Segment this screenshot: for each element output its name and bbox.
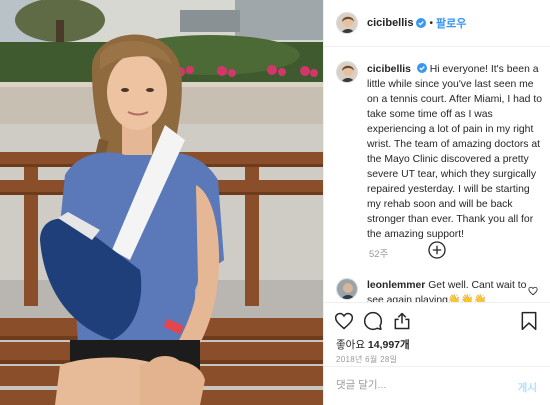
comment-item: leonlemmer Get well. Cant wait to see ag… bbox=[336, 278, 543, 302]
post-photo[interactable] bbox=[0, 0, 323, 405]
commenter-avatar[interactable] bbox=[336, 278, 358, 300]
heart-icon[interactable] bbox=[334, 311, 354, 331]
share-icon[interactable] bbox=[392, 311, 412, 331]
caption-timestamp[interactable]: 52주 bbox=[369, 246, 543, 260]
author-avatar[interactable] bbox=[336, 12, 358, 34]
action-icons bbox=[334, 311, 412, 331]
likes-label: 좋아요 bbox=[336, 339, 365, 351]
follow-button[interactable]: 팔로우 bbox=[436, 15, 466, 31]
comment-input[interactable] bbox=[336, 379, 496, 391]
photo-illustration bbox=[0, 0, 323, 405]
add-comment-bar: 게시 bbox=[324, 366, 550, 405]
plus-circle-icon[interactable] bbox=[428, 241, 446, 259]
caption-text: Hi everyone! It's been a little while si… bbox=[367, 64, 542, 240]
post-date[interactable]: 2018년 6월 28일 bbox=[336, 354, 397, 365]
comment-bubble-icon[interactable] bbox=[363, 311, 383, 331]
post-header: cicibellis • 팔로우 bbox=[324, 0, 550, 47]
likes-number: 14,997개 bbox=[367, 339, 410, 351]
verified-badge-icon bbox=[416, 18, 427, 28]
avatar-image bbox=[337, 62, 357, 82]
post-side-panel: cicibellis • 팔로우 cicibellis Hi everyone!… bbox=[323, 0, 550, 405]
avatar-image bbox=[337, 13, 357, 33]
separator-dot: • bbox=[429, 17, 433, 29]
caption-body: cicibellis Hi everyone! It's been a litt… bbox=[367, 62, 543, 242]
comment-heart-icon[interactable] bbox=[528, 286, 538, 296]
avatar-image bbox=[337, 279, 357, 299]
comment-username[interactable]: leonlemmer bbox=[367, 280, 425, 291]
post-caption: cicibellis Hi everyone! It's been a litt… bbox=[336, 61, 543, 260]
caption-username[interactable]: cicibellis bbox=[367, 64, 411, 75]
bookmark-icon[interactable] bbox=[519, 311, 539, 331]
caption-avatar[interactable] bbox=[336, 61, 358, 83]
post-comment-button[interactable]: 게시 bbox=[518, 380, 537, 395]
verified-badge-icon bbox=[416, 63, 427, 73]
author-username[interactable]: cicibellis bbox=[367, 17, 413, 29]
likes-count[interactable]: 좋아요 14,997개 bbox=[336, 337, 410, 352]
comment-body: leonlemmer Get well. Cant wait to see ag… bbox=[367, 278, 529, 302]
